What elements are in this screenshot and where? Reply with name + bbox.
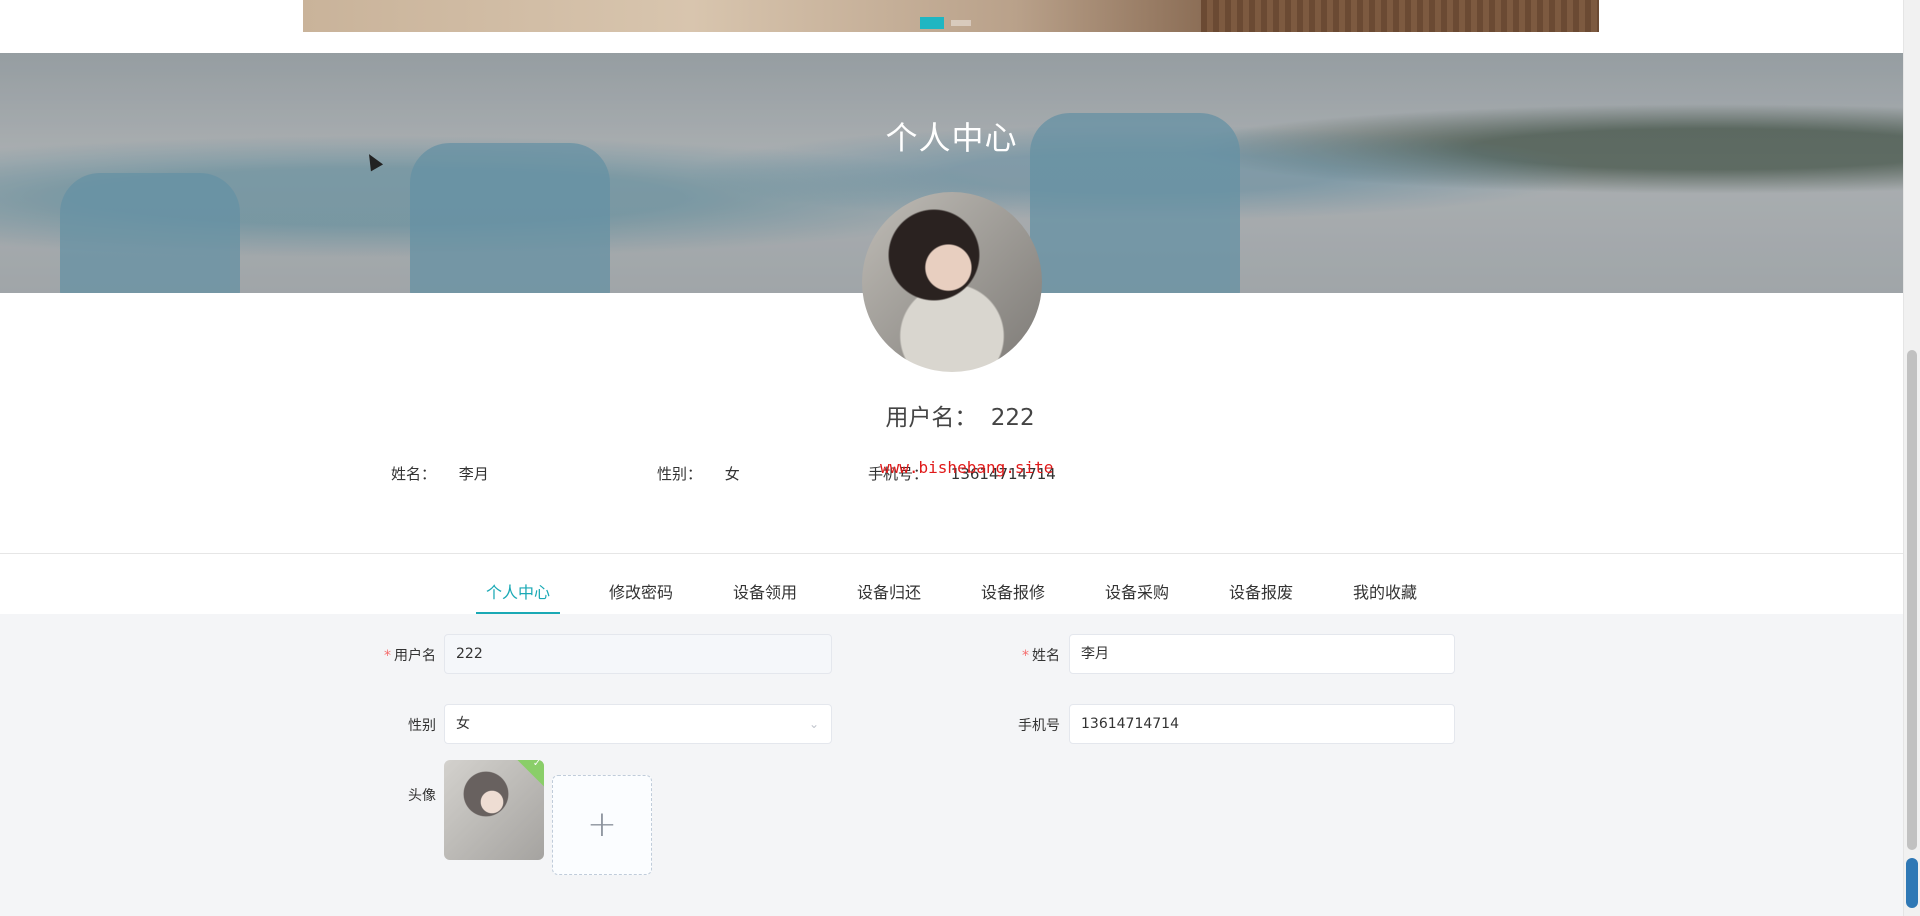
- watermark: www.bishebang.site: [880, 458, 1054, 477]
- carousel-indicator[interactable]: [951, 20, 971, 26]
- gender-select-value: 女: [456, 716, 470, 732]
- phone-field[interactable]: 13614714714: [1069, 704, 1455, 744]
- plus-icon: +: [586, 804, 618, 845]
- profile-form: [0, 614, 1903, 916]
- phone-field-label: 手机号: [1018, 718, 1060, 734]
- tab-my-favorites[interactable]: 我的收藏: [1345, 582, 1425, 614]
- name-field-label: * 姓名: [1000, 645, 1060, 665]
- info-name: 姓名： 李月: [391, 463, 489, 484]
- info-name-label: 姓名：: [391, 465, 437, 483]
- tab-equipment-scrap[interactable]: 设备报废: [1221, 582, 1301, 614]
- name-field[interactable]: 李月: [1069, 634, 1455, 674]
- scrollbar[interactable]: [1903, 0, 1920, 916]
- profile-username: 用户名： 222: [0, 398, 1920, 432]
- avatar-field-label: 头像: [408, 788, 436, 804]
- page: 个人中心 用户名： 222 姓名： 李月 性别： 女 手机号： 13614714…: [0, 0, 1920, 916]
- scroll-indicator: [1906, 858, 1918, 908]
- profile-tabs: 个人中心 修改密码 设备领用 设备归还 设备报修 设备采购 设备报废 我的收藏: [0, 582, 1903, 614]
- username-field[interactable]: 222: [444, 634, 832, 674]
- info-gender-value: 女: [724, 465, 740, 483]
- gender-select[interactable]: 女 ⌄: [444, 704, 832, 744]
- tab-change-password[interactable]: 修改密码: [601, 582, 681, 614]
- required-mark: *: [1022, 648, 1029, 664]
- required-mark: *: [384, 648, 391, 664]
- tab-equipment-purchase[interactable]: 设备采购: [1097, 582, 1177, 614]
- info-name-value: 李月: [458, 465, 489, 483]
- username-value: 222: [990, 405, 1035, 431]
- carousel-strip: [303, 0, 1599, 32]
- tab-equipment-repair[interactable]: 设备报修: [973, 582, 1053, 614]
- success-badge: ✓: [516, 760, 544, 787]
- carousel-indicator-active[interactable]: [920, 17, 944, 29]
- scrollbar-thumb[interactable]: [1907, 350, 1917, 850]
- carousel-image-right: [1201, 0, 1599, 32]
- username-field-label-text: 用户名: [394, 648, 436, 664]
- banner-decoration: [60, 173, 240, 293]
- avatar-upload-button[interactable]: +: [552, 775, 652, 875]
- tab-profile[interactable]: 个人中心: [476, 582, 560, 614]
- check-icon: ✓: [532, 760, 542, 769]
- tab-equipment-claim[interactable]: 设备领用: [725, 582, 805, 614]
- tab-equipment-return[interactable]: 设备归还: [849, 582, 929, 614]
- username-label: 用户名：: [885, 405, 978, 431]
- banner-decoration: [410, 143, 610, 293]
- gender-field-label: 性别: [408, 718, 436, 734]
- info-gender: 性别： 女: [657, 463, 740, 484]
- chevron-down-icon: ⌄: [808, 717, 819, 731]
- page-title: 个人中心: [885, 119, 1018, 157]
- avatar-thumbnail[interactable]: ✓: [444, 760, 544, 860]
- divider: [0, 553, 1903, 554]
- name-field-label-text: 姓名: [1032, 648, 1060, 664]
- profile-avatar: [862, 192, 1042, 372]
- info-gender-label: 性别：: [657, 465, 703, 483]
- username-field-label: * 用户名: [370, 645, 436, 665]
